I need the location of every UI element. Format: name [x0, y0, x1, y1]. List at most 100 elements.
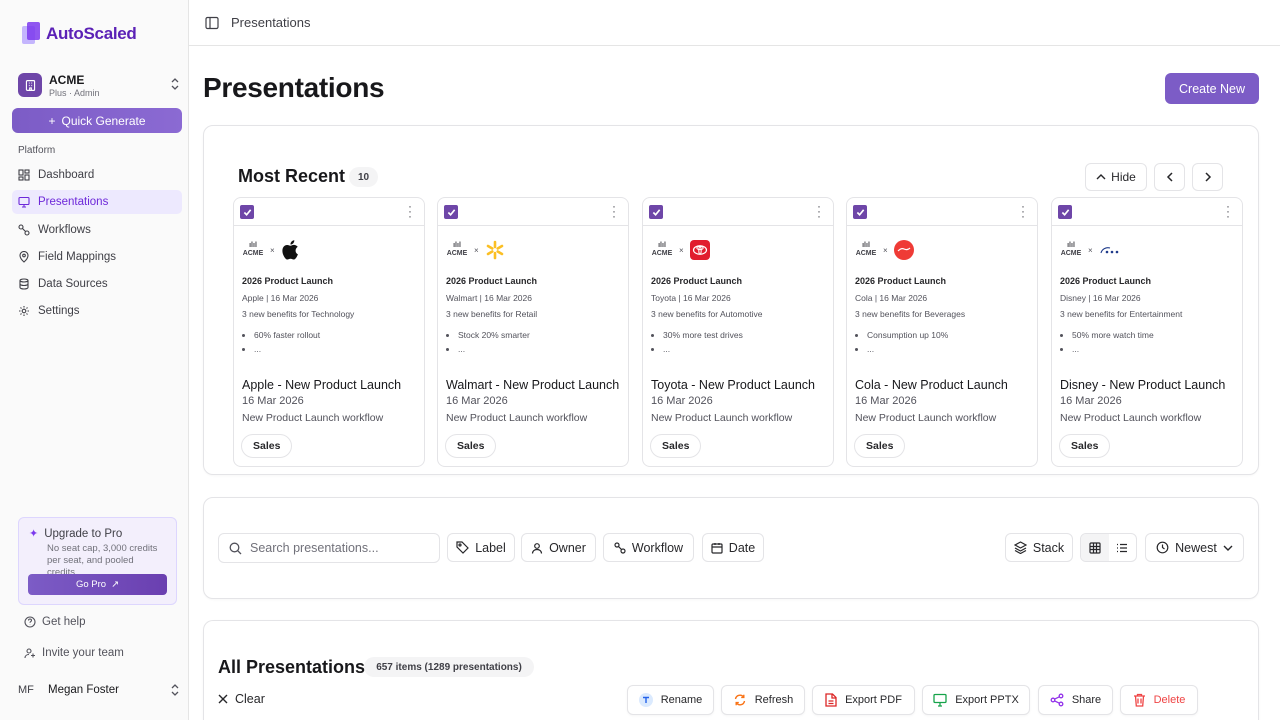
- date-filter-button[interactable]: Date: [702, 533, 764, 562]
- acme-logo-icon: ılıl ACME: [1060, 242, 1082, 257]
- card-tag[interactable]: Sales: [445, 434, 497, 458]
- presentation-card-walmart[interactable]: · · · ılıl ACME × 2026 Product Launch Walma…: [437, 197, 629, 467]
- share-button[interactable]: Share: [1038, 685, 1113, 715]
- hide-button[interactable]: Hide: [1085, 163, 1147, 191]
- brand-name: AutoScaled: [46, 24, 137, 43]
- card-thumbnail: ılıl ACME × 2026 Product Launch Walmart |…: [446, 236, 622, 356]
- create-new-button[interactable]: Create New: [1165, 73, 1259, 104]
- rename-button[interactable]: Rename: [627, 685, 714, 715]
- delete-button[interactable]: Delete: [1120, 685, 1198, 715]
- presentation-card-toyota[interactable]: · · · ılıl ACME × 2026 Product Launch Toyot…: [642, 197, 834, 467]
- toyota-logo-icon: [689, 240, 710, 260]
- sidebar-item-field-mappings[interactable]: Field Mappings: [12, 245, 182, 269]
- user-menu[interactable]: MF Megan Foster: [18, 680, 180, 700]
- presentation-card-disney[interactable]: · · · ılıl ACME × 2026 Product Launch Disne…: [1051, 197, 1243, 467]
- hide-label: Hide: [1111, 170, 1136, 184]
- sidebar-toggle-icon[interactable]: [205, 16, 219, 30]
- get-help-link[interactable]: Get help: [24, 616, 85, 628]
- sidebar-nav: Dashboard Presentations Workflows Field …: [12, 163, 182, 327]
- export-pdf-button[interactable]: Export PDF: [812, 685, 915, 715]
- list-view-button[interactable]: [1109, 534, 1137, 561]
- thumb-bullets: 60% faster rollout ...: [254, 328, 418, 356]
- section-label-platform: Platform: [18, 145, 56, 156]
- chevron-right-icon: [1204, 172, 1211, 182]
- more-vertical-icon[interactable]: · · ·: [612, 200, 616, 222]
- clear-selection-button[interactable]: Clear: [218, 692, 265, 706]
- go-pro-button[interactable]: Go Pro ↗: [28, 574, 167, 595]
- card-thumbnail: ılıl ACME × 2026 Product Launch Toyota | …: [651, 236, 827, 356]
- grid-view-button[interactable]: [1081, 534, 1109, 561]
- sidebar-item-label: Presentations: [38, 196, 109, 209]
- avatar: MF: [18, 684, 34, 696]
- card-checkbox[interactable]: [444, 205, 458, 219]
- more-vertical-icon[interactable]: · · ·: [408, 200, 412, 222]
- card-checkbox[interactable]: [649, 205, 663, 219]
- export-pptx-button[interactable]: Export PPTX: [922, 685, 1030, 715]
- presentation-card-cola[interactable]: · · · ılıl ACME × 2026 Product Launch Cola …: [846, 197, 1038, 467]
- sidebar-item-settings[interactable]: Settings: [12, 299, 182, 323]
- quick-generate-button[interactable]: + Quick Generate: [12, 108, 182, 133]
- upgrade-card: ✦ Upgrade to Pro No seat cap, 3,000 cred…: [18, 517, 177, 605]
- presentation-card-apple[interactable]: · · · ılıl ACME × 2026 Product Launch Apple…: [233, 197, 425, 467]
- card-checkbox[interactable]: [853, 205, 867, 219]
- sidebar-item-label: Field Mappings: [38, 250, 116, 263]
- view-toggle: [1080, 533, 1137, 562]
- acme-logo-icon: ılıl ACME: [242, 242, 264, 257]
- card-thumbnail: ılıl ACME × 2026 Product Launch Apple | 1…: [242, 236, 418, 356]
- search-input[interactable]: [250, 541, 430, 555]
- org-switcher[interactable]: ACME Plus · Admin: [18, 70, 180, 100]
- org-name: ACME: [49, 72, 85, 87]
- card-thumbnail: ılıl ACME × 2026 Product Launch Disney | …: [1060, 236, 1236, 356]
- label-filter-button[interactable]: Label: [447, 533, 515, 562]
- card-date: 16 Mar 2026: [446, 395, 508, 407]
- clock-icon: [1156, 541, 1169, 554]
- owner-filter-button[interactable]: Owner: [521, 533, 596, 562]
- database-icon: [19, 278, 29, 290]
- thumb-bullets: Stock 20% smarter ...: [458, 328, 622, 356]
- all-presentations-count-badge: 657 items (1289 presentations): [364, 657, 534, 677]
- thumb-subtitle: Apple | 16 Mar 2026: [242, 293, 319, 303]
- more-vertical-icon[interactable]: · · ·: [1226, 200, 1230, 222]
- card-title: Disney - New Product Launch: [1060, 378, 1226, 392]
- disney-logo-icon: [1100, 247, 1118, 254]
- workflow-filter-text: Workflow: [631, 540, 684, 555]
- carousel-prev-button[interactable]: [1154, 163, 1185, 191]
- workflow-filter-button[interactable]: Workflow: [603, 533, 694, 562]
- thumb-subtitle-2: 3 new benefits for Retail: [446, 309, 538, 319]
- card-checkbox[interactable]: [1058, 205, 1072, 219]
- text-type-icon: [638, 693, 653, 707]
- more-vertical-icon[interactable]: · · ·: [1021, 200, 1025, 222]
- calendar-icon: [711, 542, 723, 554]
- invite-team-link[interactable]: Invite your team: [24, 647, 124, 659]
- refresh-button[interactable]: Refresh: [721, 685, 805, 715]
- card-tag[interactable]: Sales: [241, 434, 293, 458]
- thumb-title: 2026 Product Launch: [855, 276, 947, 286]
- presentation-icon: [18, 197, 30, 208]
- thumb-bullet: 30% more test drives: [663, 328, 827, 342]
- sidebar-item-presentations[interactable]: Presentations: [12, 190, 182, 215]
- stack-button[interactable]: Stack: [1005, 533, 1073, 562]
- card-tag[interactable]: Sales: [1059, 434, 1111, 458]
- export-pptx-label: Export PPTX: [955, 694, 1019, 706]
- thumb-subtitle-2: 3 new benefits for Beverages: [855, 309, 966, 319]
- card-date: 16 Mar 2026: [855, 395, 917, 407]
- card-tag[interactable]: Sales: [854, 434, 906, 458]
- walmart-spark-icon: [486, 240, 503, 260]
- sidebar-item-dashboard[interactable]: Dashboard: [12, 163, 182, 187]
- sidebar-item-data-sources[interactable]: Data Sources: [12, 272, 182, 296]
- chevron-down-icon: [1223, 545, 1233, 551]
- org-role: Plus · Admin: [49, 87, 100, 98]
- sidebar-item-label: Settings: [38, 305, 80, 318]
- most-recent-title: Most Recent: [238, 166, 346, 186]
- thumb-title: 2026 Product Launch: [1060, 276, 1152, 286]
- card-checkbox[interactable]: [240, 205, 254, 219]
- thumb-subtitle: Cola | 16 Mar 2026: [855, 293, 928, 303]
- brand-logo[interactable]: AutoScaled: [22, 22, 137, 46]
- card-tag[interactable]: Sales: [650, 434, 702, 458]
- go-pro-label: Go Pro: [75, 579, 107, 590]
- card-date: 16 Mar 2026: [651, 395, 713, 407]
- sort-dropdown[interactable]: Newest: [1145, 533, 1244, 562]
- more-vertical-icon[interactable]: · · ·: [817, 200, 821, 222]
- sidebar-item-workflows[interactable]: Workflows: [12, 218, 182, 242]
- carousel-next-button[interactable]: [1192, 163, 1223, 191]
